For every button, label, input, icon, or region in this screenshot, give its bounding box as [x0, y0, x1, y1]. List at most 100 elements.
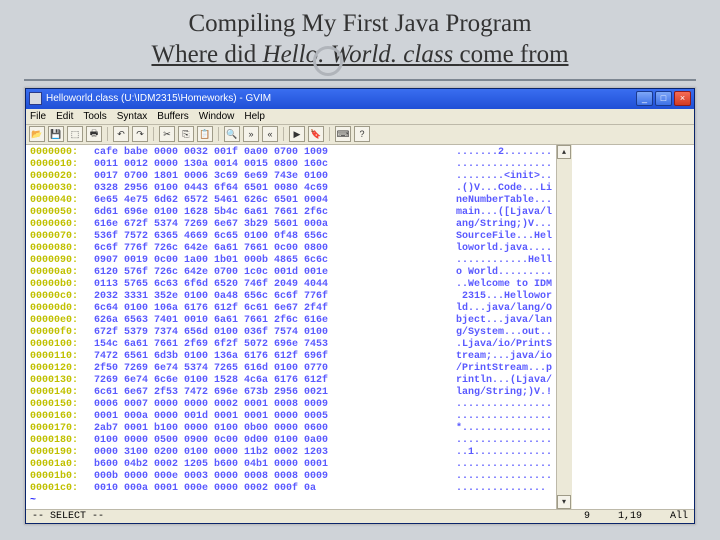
hex-row[interactable]: 0000010:0011 0012 0000 130a 0014 0015 08…	[30, 159, 552, 171]
hex-row[interactable]: 0000090:0907 0019 0c00 1a00 1b01 000b 48…	[30, 255, 552, 267]
hex-bytes: 7472 6561 6d3b 0100 136a 6176 612f 696f	[94, 351, 444, 363]
hex-bytes: 0907 0019 0c00 1a00 1b01 000b 4865 6c6c	[94, 255, 444, 267]
findprev-icon[interactable]: «	[262, 126, 278, 142]
shell-icon[interactable]: ⌨	[335, 126, 351, 142]
hex-row[interactable]: 0000120:2f50 7269 6e74 5374 7265 616d 01…	[30, 363, 552, 375]
hex-ascii: o World.........	[444, 267, 552, 279]
hex-row[interactable]: 0000100:154c 6a61 7661 2f69 6f2f 5072 69…	[30, 339, 552, 351]
hex-row[interactable]: 0000160:0001 000a 0000 001d 0001 0001 00…	[30, 411, 552, 423]
maximize-button[interactable]: □	[655, 91, 672, 106]
hex-row[interactable]: 0000060:616e 672f 5374 7269 6e67 3b29 56…	[30, 219, 552, 231]
hex-row[interactable]: 0000110:7472 6561 6d3b 0100 136a 6176 61…	[30, 351, 552, 363]
hex-ascii: .......2........	[444, 147, 552, 159]
hex-row[interactable]: 0000050:6d61 696e 0100 1628 5b4c 6a61 76…	[30, 207, 552, 219]
hex-addr: 00000e0:	[30, 315, 94, 327]
menu-buffers[interactable]: Buffers	[157, 111, 189, 122]
hex-row[interactable]: 00001b0:000b 0000 000e 0003 0000 0008 00…	[30, 471, 552, 483]
hex-row[interactable]: 0000140:6c61 6e67 2f53 7472 696e 673b 29…	[30, 387, 552, 399]
hex-row[interactable]: 0000150:0006 0007 0000 0000 0002 0001 00…	[30, 399, 552, 411]
find-icon[interactable]: 🔍	[224, 126, 240, 142]
hex-addr: 00000a0:	[30, 267, 94, 279]
slide-title: Compiling My First Java Program Where di…	[0, 0, 720, 75]
menu-tools[interactable]: Tools	[83, 111, 106, 122]
hex-bytes: 0011 0012 0000 130a 0014 0015 0800 160c	[94, 159, 444, 171]
hex-row[interactable]: 0000030:0328 2956 0100 0443 6f64 6501 00…	[30, 183, 552, 195]
separator	[283, 127, 284, 141]
hex-row[interactable]: 00000c0:2032 3331 352e 0100 0a48 656c 6c…	[30, 291, 552, 303]
hex-addr: 00000d0:	[30, 303, 94, 315]
open-icon[interactable]: 📂	[29, 126, 45, 142]
undo-icon[interactable]: ↶	[113, 126, 129, 142]
hex-row[interactable]: 00000a0:6120 576f 726c 642e 0700 1c0c 00…	[30, 267, 552, 279]
minimize-button[interactable]: _	[636, 91, 653, 106]
gvim-window: Helloworld.class (U:\IDM2315\Homeworks) …	[25, 88, 695, 524]
hex-row[interactable]: 0000000:cafe babe 0000 0032 001f 0a00 07…	[30, 147, 552, 159]
hex-row[interactable]: 00000e0:626a 6563 7401 0010 6a61 7661 2f…	[30, 315, 552, 327]
hex-ascii: ..1.............	[444, 447, 552, 459]
hex-bytes: 000b 0000 000e 0003 0000 0008 0008 0009	[94, 471, 444, 483]
hex-row[interactable]: 0000070:536f 7572 6365 4669 6c65 0100 0f…	[30, 231, 552, 243]
hex-row[interactable]: 0000130:7269 6e74 6c6e 0100 1528 4c6a 61…	[30, 375, 552, 387]
hex-addr: 0000170:	[30, 423, 94, 435]
hex-bytes: 0017 0700 1801 0006 3c69 6e69 743e 0100	[94, 171, 444, 183]
saveall-icon[interactable]: ⬚	[67, 126, 83, 142]
menu-file[interactable]: File	[30, 111, 46, 122]
hex-row[interactable]: 0000020:0017 0700 1801 0006 3c69 6e69 74…	[30, 171, 552, 183]
close-button[interactable]: ×	[674, 91, 691, 106]
statusbar: -- SELECT -- 9 1,19 All	[26, 509, 694, 523]
menu-help[interactable]: Help	[244, 111, 265, 122]
redo-icon[interactable]: ↷	[132, 126, 148, 142]
hex-bytes: cafe babe 0000 0032 001f 0a00 0700 1009	[94, 147, 444, 159]
hex-bytes: 616e 672f 5374 7269 6e67 3b29 5601 000a	[94, 219, 444, 231]
hex-row[interactable]: 0000170:2ab7 0001 b100 0000 0100 0b00 00…	[30, 423, 552, 435]
hex-addr: 0000160:	[30, 411, 94, 423]
paste-icon[interactable]: 📋	[197, 126, 213, 142]
hex-addr: 00000c0:	[30, 291, 94, 303]
scroll-down-icon[interactable]: ▾	[557, 495, 571, 509]
hex-row[interactable]: 00000b0:0113 5765 6c63 6f6d 6520 746f 20…	[30, 279, 552, 291]
menu-syntax[interactable]: Syntax	[117, 111, 148, 122]
hex-bytes: 6e65 4e75 6d62 6572 5461 626c 6501 0004	[94, 195, 444, 207]
hex-row[interactable]: 00001c0:0010 000a 0001 000e 0000 0002 00…	[30, 483, 552, 495]
hex-ascii: tream;...java/io	[444, 351, 552, 363]
hex-bytes: 0328 2956 0100 0443 6f64 6501 0080 4c69	[94, 183, 444, 195]
hex-row[interactable]: 00000f0:672f 5379 7374 656d 0100 036f 75…	[30, 327, 552, 339]
menu-window[interactable]: Window	[199, 111, 235, 122]
menu-edit[interactable]: Edit	[56, 111, 73, 122]
status-mode: -- SELECT --	[32, 511, 104, 522]
cut-icon[interactable]: ✂	[159, 126, 175, 142]
hex-ascii: ...............	[444, 483, 546, 495]
hex-bytes: 6120 576f 726c 642e 0700 1c0c 001d 001e	[94, 267, 444, 279]
hex-addr: 0000010:	[30, 159, 94, 171]
copy-icon[interactable]: ⎘	[178, 126, 194, 142]
slide: Compiling My First Java Program Where di…	[0, 0, 720, 540]
save-icon[interactable]: 💾	[48, 126, 64, 142]
hex-addr: 00001c0:	[30, 483, 94, 495]
hex-ascii: ..Welcome to IDM	[444, 279, 552, 291]
separator	[107, 127, 108, 141]
hex-ascii: /PrintStream...p	[444, 363, 552, 375]
scroll-up-icon[interactable]: ▴	[557, 145, 571, 159]
hex-row[interactable]: 0000180:0100 0000 0500 0900 0c00 0d00 01…	[30, 435, 552, 447]
make-icon[interactable]: ▶	[289, 126, 305, 142]
hex-row[interactable]: 0000190:0000 3100 0200 0100 0000 11b2 00…	[30, 447, 552, 459]
scrollbar[interactable]: ▴ ▾	[556, 145, 572, 509]
tilde-line: ~	[30, 495, 552, 507]
hex-row[interactable]: 0000080:6c6f 776f 726c 642e 6a61 7661 0c…	[30, 243, 552, 255]
findnext-icon[interactable]: »	[243, 126, 259, 142]
menubar[interactable]: File Edit Tools Syntax Buffers Window He…	[26, 109, 694, 125]
hex-row[interactable]: 00001a0:b600 04b2 0002 1205 b600 04b1 00…	[30, 459, 552, 471]
print-icon[interactable]: 🖶	[86, 126, 102, 142]
help-icon[interactable]: ?	[354, 126, 370, 142]
hex-addr: 00001b0:	[30, 471, 94, 483]
titlebar[interactable]: Helloworld.class (U:\IDM2315\Homeworks) …	[26, 89, 694, 109]
hex-ascii: ................	[444, 471, 552, 483]
hex-row[interactable]: 0000040:6e65 4e75 6d62 6572 5461 626c 65…	[30, 195, 552, 207]
hex-row[interactable]: 00000d0:6c64 0100 106a 6176 612f 6c61 6e…	[30, 303, 552, 315]
tags-icon[interactable]: 🔖	[308, 126, 324, 142]
hex-addr: 0000050:	[30, 207, 94, 219]
status-pos: 1,19	[618, 511, 642, 522]
hex-bytes: 6c64 0100 106a 6176 612f 6c61 6e67 2f4f	[94, 303, 444, 315]
hex-view[interactable]: 0000000:cafe babe 0000 0032 001f 0a00 07…	[26, 145, 556, 509]
hex-ascii: ................	[444, 159, 552, 171]
